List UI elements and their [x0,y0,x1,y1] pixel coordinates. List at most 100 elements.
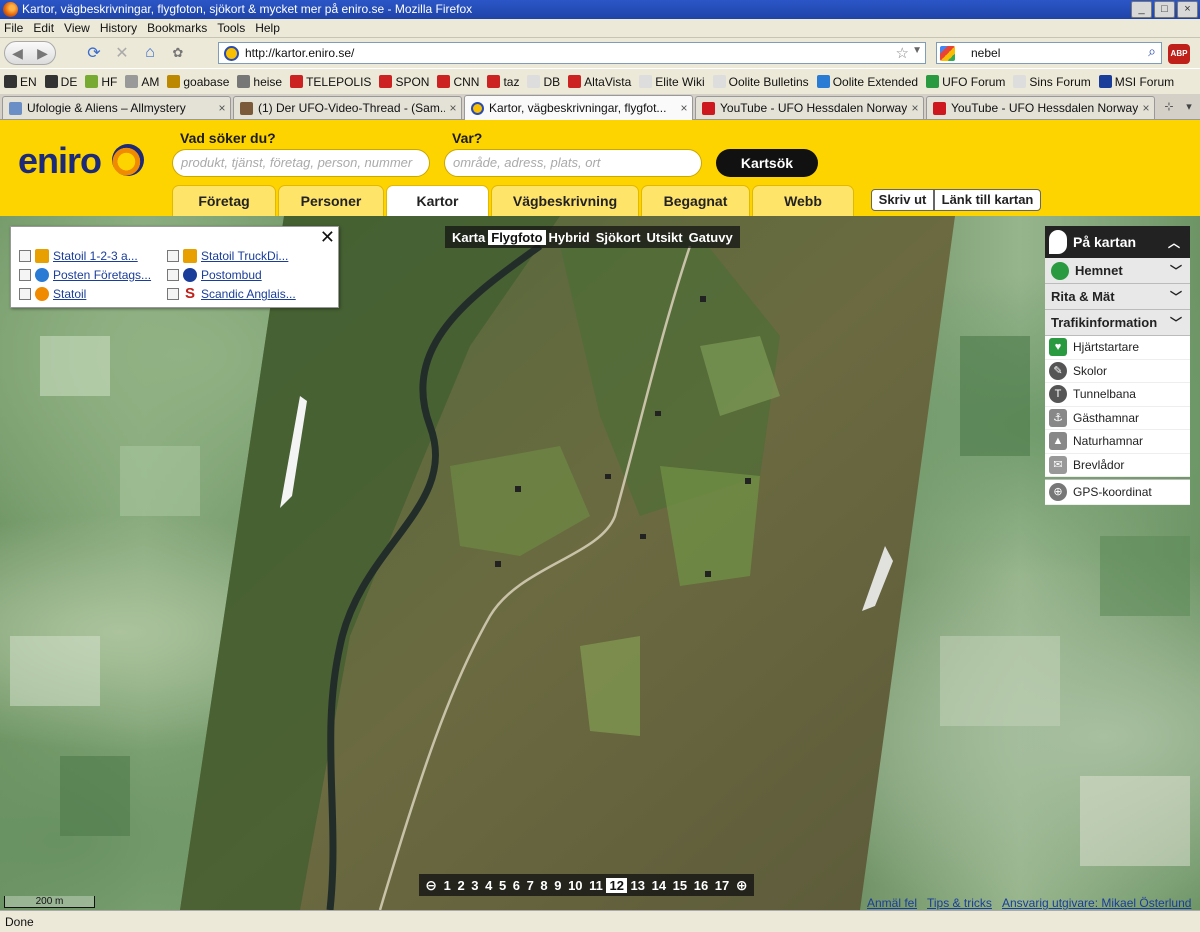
menu-help[interactable]: Help [255,21,280,35]
poi-link[interactable]: Posten Företags... [53,268,151,282]
bookmark-item[interactable]: SPON [379,75,429,89]
chevron-down-icon[interactable]: ﹀ [1170,314,1182,331]
home-icon[interactable]: ⌂ [138,41,162,65]
zoom-level-1[interactable]: 1 [440,878,454,893]
publisher-link[interactable]: Ansvarig utgivare: Mikael Österlund [1002,896,1191,910]
layer-tunnelbana[interactable]: T Tunnelbana [1045,383,1190,407]
layer-gasthamnar[interactable]: ⚓ Gästhamnar [1045,406,1190,430]
zoom-level-2[interactable]: 2 [454,878,468,893]
url-dropdown-icon[interactable]: ▼ [912,45,922,56]
poi-checkbox[interactable] [167,288,179,300]
zoom-level-8[interactable]: 8 [537,878,551,893]
chevron-down-icon[interactable]: ﹀ [1170,262,1182,279]
poi-link[interactable]: Scandic Anglais... [201,287,296,301]
layer-hjartstartare[interactable]: ♥ Hjärtstartare [1045,336,1190,360]
map-type-hybrid[interactable]: Hybrid [546,230,593,245]
zoom-level-4[interactable]: 4 [482,878,496,893]
poi-checkbox[interactable] [167,250,179,262]
zoom-level-11[interactable]: 11 [586,878,606,893]
menu-tools[interactable]: Tools [217,21,245,35]
zoom-level-3[interactable]: 3 [468,878,482,893]
bookmark-item[interactable]: heise [237,75,282,89]
search-value[interactable]: nebel [971,46,1000,60]
tips-link[interactable]: Tips & tricks [927,896,992,910]
bookmark-item[interactable]: TELEPOLIS [290,75,371,89]
tab-list-icon[interactable]: ⊹ [1160,98,1178,116]
on-map-header[interactable]: På kartan ︿ [1045,226,1190,258]
adblock-icon[interactable]: ABP [1168,44,1190,64]
maximize-button[interactable]: □ [1154,1,1175,18]
section-hemnet[interactable]: Hemnet ﹀ [1045,258,1190,284]
bookmark-item[interactable]: UFO Forum [926,75,1005,89]
tab-close-icon[interactable]: × [907,101,923,115]
zoom-level-13[interactable]: 13 [627,878,648,893]
what-input[interactable]: produkt, tjänst, företag, person, nummer [172,149,430,177]
eniro-logo-swirl-icon[interactable] [112,144,144,176]
link-to-map-button[interactable]: Länk till kartan [934,189,1041,211]
bookmark-item[interactable]: goabase [167,75,229,89]
map-type-utsikt[interactable]: Utsikt [643,230,685,245]
zoom-level-15[interactable]: 15 [669,878,690,893]
tab-close-icon[interactable]: × [445,101,461,115]
back-arrow-icon[interactable]: ◀ [12,45,23,62]
minimize-button[interactable]: _ [1131,1,1152,18]
poi-checkbox[interactable] [167,269,179,281]
bookmark-item[interactable]: EN [4,75,37,89]
google-icon[interactable] [940,46,955,61]
layer-brevlador[interactable]: ✉ Brevlådor [1045,453,1190,477]
address-bar[interactable]: http://kartor.eniro.se/ ☆ ▼ [218,42,926,64]
chevron-down-icon[interactable]: ﹀ [1170,288,1182,305]
bookmark-item[interactable]: HF [85,75,117,89]
extension-icon[interactable]: ✿ [166,41,190,65]
zoom-level-16[interactable]: 16 [690,878,711,893]
zoom-level-5[interactable]: 5 [496,878,510,893]
layer-naturhamnar[interactable]: ▲ Naturhamnar [1045,430,1190,454]
bookmark-item[interactable]: DE [44,75,77,89]
tab-youtube-1[interactable]: YouTube - UFO Hessdalen Norway... × [695,96,924,119]
bookmark-item[interactable]: taz [487,75,519,89]
eniro-logo[interactable]: eniro [18,140,102,182]
tab-dropdown-icon[interactable]: ▾ [1180,98,1198,116]
menu-edit[interactable]: Edit [33,21,54,35]
tab-vagbeskrivning[interactable]: Vägbeskrivning [491,185,639,216]
poi-item[interactable]: Posten Företags... [19,268,151,282]
poi-link[interactable]: Statoil [53,287,86,301]
menu-file[interactable]: File [4,21,23,35]
poi-link[interactable]: Statoil 1-2-3 a... [53,249,138,263]
zoom-level-7[interactable]: 7 [523,878,537,893]
bookmark-item[interactable]: AM [125,75,159,89]
layer-skolor[interactable]: ✎ Skolor [1045,359,1190,383]
zoom-level-14[interactable]: 14 [648,878,669,893]
close-window-button[interactable]: × [1177,1,1198,18]
where-input[interactable]: område, adress, plats, ort [444,149,702,177]
zoom-level-10[interactable]: 10 [565,878,586,893]
tab-close-icon[interactable]: × [1138,101,1154,115]
bookmark-star-icon[interactable]: ☆ [896,44,909,62]
section-rita-mat[interactable]: Rita & Mät ﹀ [1045,284,1190,310]
aerial-photo[interactable] [0,216,1200,910]
bookmark-item[interactable]: DB [527,75,560,89]
zoom-level-9[interactable]: 9 [551,878,565,893]
poi-link[interactable]: Statoil TruckDi... [201,249,288,263]
bookmark-item[interactable]: Elite Wiki [639,75,705,89]
stop-icon[interactable]: ✕ [110,41,134,65]
tab-ufo-video-thread[interactable]: (1) Der UFO-Video-Thread - (Sam... × [233,96,462,119]
search-input[interactable]: nebel ⌕ [936,42,1162,64]
map-search-button[interactable]: Kartsök [716,149,818,177]
poi-item[interactable]: Statoil TruckDi... [167,249,288,263]
bookmark-item[interactable]: Oolite Bulletins [712,75,809,89]
gps-coordinate-button[interactable]: ⊕ GPS-koordinat [1045,479,1190,505]
tab-close-icon[interactable]: × [676,101,692,115]
poi-item[interactable]: S Scandic Anglais... [167,286,296,301]
tab-close-icon[interactable]: × [214,101,230,115]
poi-checkbox[interactable] [19,288,31,300]
print-button[interactable]: Skriv ut [871,189,934,211]
section-trafikinformation[interactable]: Trafikinformation ﹀ [1045,310,1190,336]
poi-link[interactable]: Postombud [201,268,262,282]
poi-checkbox[interactable] [19,269,31,281]
poi-checkbox[interactable] [19,250,31,262]
map-type-sjokort[interactable]: Sjökort [593,230,644,245]
tab-kartor[interactable]: Kartor [386,185,489,216]
reload-icon[interactable]: ⟳ [82,41,106,65]
zoom-level-6[interactable]: 6 [509,878,523,893]
